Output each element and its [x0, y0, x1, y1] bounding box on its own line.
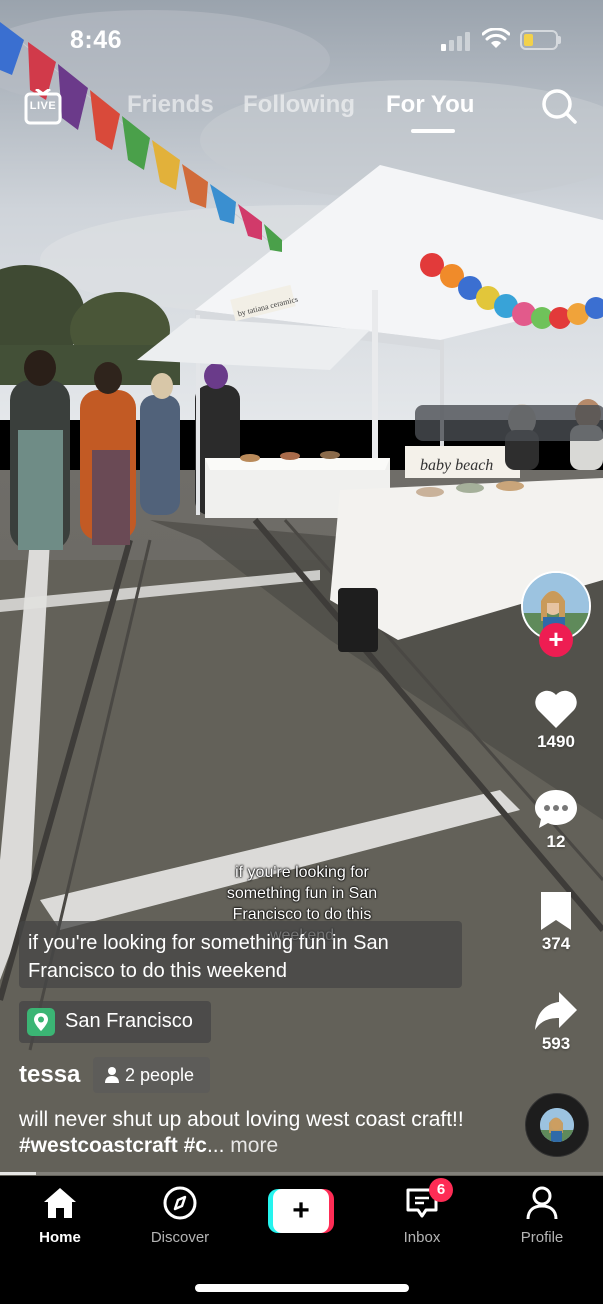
- tagged-people-label: 2 people: [125, 1065, 195, 1085]
- person-icon: [105, 1067, 119, 1083]
- tagged-people-chip[interactable]: 2 people: [93, 1057, 210, 1093]
- tab-following[interactable]: Following: [243, 91, 355, 119]
- comment-button[interactable]: 12: [521, 788, 591, 852]
- video-progress-fill: [0, 1172, 37, 1175]
- top-nav: LIVE Friends Following For You: [0, 84, 603, 134]
- live-button[interactable]: LIVE: [24, 87, 62, 127]
- video-progress-bar[interactable]: [0, 1172, 603, 1175]
- profile-icon: [526, 1186, 558, 1220]
- comment-icon: [535, 790, 577, 828]
- disc-avatar-image: [540, 1108, 574, 1142]
- caption-text: if you're looking for something fun in S…: [28, 932, 389, 982]
- description-ellipsis: ...: [206, 1134, 225, 1157]
- like-button[interactable]: 1490: [521, 688, 591, 752]
- nav-inbox[interactable]: 6 Inbox: [377, 1178, 467, 1246]
- follow-plus-button[interactable]: +: [539, 623, 573, 657]
- nav-discover-label: Discover: [150, 1229, 210, 1246]
- status-time: 8:46: [70, 26, 123, 54]
- battery-level: [524, 34, 533, 46]
- video-frame: by tatiana ceramics baby beach: [0, 0, 603, 1176]
- description-text: will never shut up about loving west coa…: [19, 1108, 464, 1131]
- music-disc-avatar: [540, 1108, 574, 1142]
- music-disc-button[interactable]: [525, 1093, 589, 1157]
- like-count: 1490: [537, 732, 575, 751]
- nav-profile-label: Profile: [520, 1229, 564, 1246]
- table-sign: baby beach: [420, 457, 493, 474]
- bookmark-icon: [541, 892, 571, 930]
- app-screen: by tatiana ceramics baby beach 8:46 LIVE…: [0, 0, 603, 1304]
- active-tab-indicator: [411, 129, 455, 133]
- location-chip[interactable]: San Francisco: [19, 1001, 211, 1043]
- home-icon: [44, 1188, 76, 1218]
- plus-icon: +: [273, 1189, 329, 1233]
- tab-for-you[interactable]: For You: [386, 91, 474, 119]
- battery-nub: [558, 36, 561, 44]
- tab-friends[interactable]: Friends: [127, 91, 214, 119]
- nav-profile[interactable]: Profile: [497, 1186, 587, 1246]
- cellular-signal-icon: [441, 31, 473, 51]
- location-label: San Francisco: [65, 1010, 193, 1032]
- video-player[interactable]: by tatiana ceramics baby beach: [0, 0, 603, 1176]
- search-icon[interactable]: [540, 87, 578, 125]
- bag: [338, 588, 378, 652]
- battery-icon: [520, 30, 558, 50]
- share-count: 593: [541, 1034, 571, 1053]
- more-link[interactable]: more: [230, 1134, 278, 1157]
- wifi-icon: [482, 28, 510, 48]
- location-pin-icon: [27, 1008, 55, 1036]
- home-indicator[interactable]: [195, 1284, 409, 1292]
- save-button[interactable]: 374: [521, 890, 591, 954]
- create-button[interactable]: +: [268, 1189, 334, 1233]
- nav-inbox-label: Inbox: [403, 1229, 441, 1246]
- compass-icon: [163, 1186, 197, 1220]
- status-bar: 8:46: [0, 0, 603, 80]
- nav-home[interactable]: Home: [15, 1186, 105, 1246]
- share-button[interactable]: 593: [521, 990, 591, 1054]
- comment-count: 12: [546, 832, 566, 851]
- nav-home-label: Home: [39, 1229, 81, 1246]
- share-arrow-icon: [535, 992, 577, 1030]
- video-description[interactable]: will never shut up about loving west coa…: [19, 1107, 489, 1159]
- inbox-badge: 6: [429, 1178, 453, 1202]
- live-label: LIVE: [29, 100, 57, 112]
- description-hashtags[interactable]: #westcoastcraft #c: [19, 1134, 207, 1157]
- creator-username[interactable]: tessa: [19, 1061, 80, 1089]
- caption-box: if you're looking for something fun in S…: [19, 921, 462, 988]
- creator-avatar-button[interactable]: +: [521, 571, 591, 657]
- save-count: 374: [541, 934, 571, 953]
- heart-icon: [535, 690, 577, 728]
- nav-discover[interactable]: Discover: [135, 1186, 225, 1246]
